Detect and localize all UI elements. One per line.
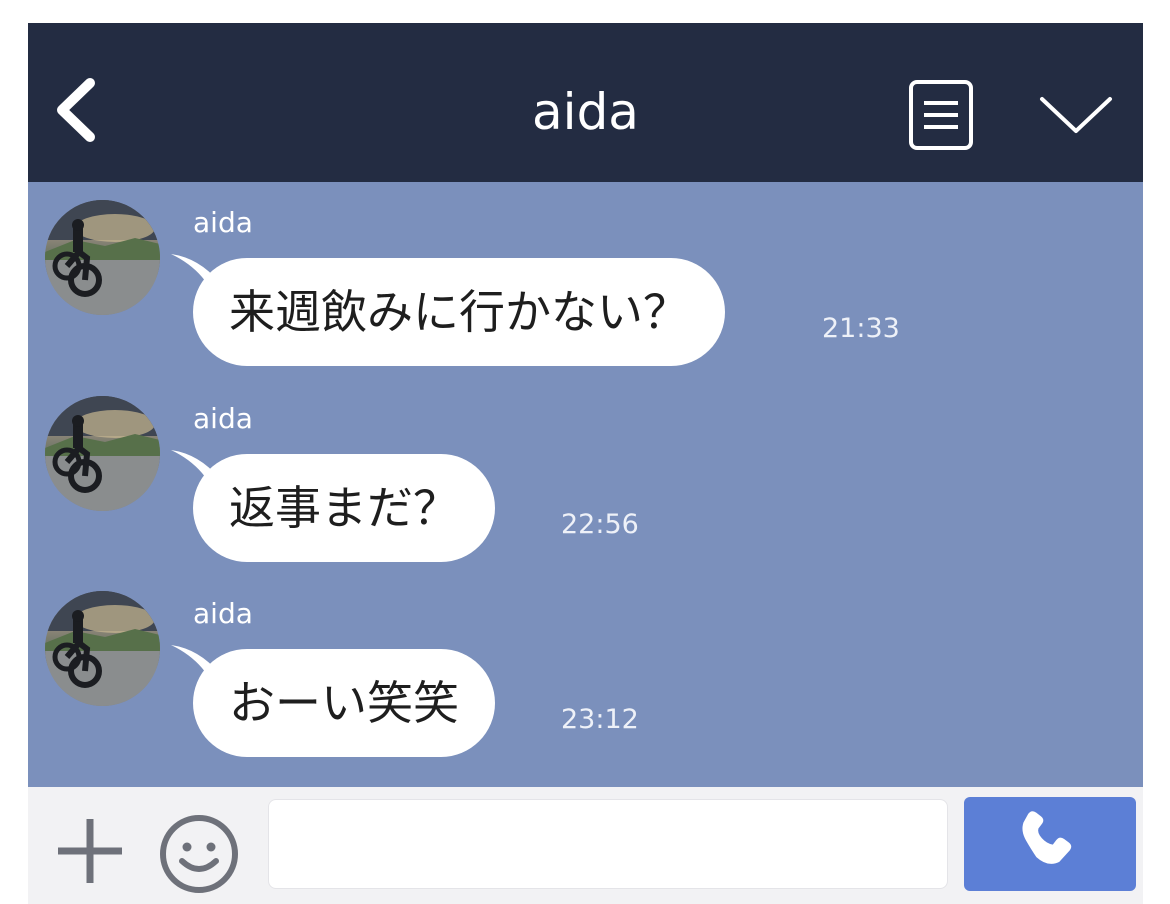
message-row: aida おーい笑笑 23:12	[28, 573, 1143, 757]
message-list[interactable]: aida 来週飲みに行かない？ 21:33 aida 返事まだ？ 22:56 a…	[28, 182, 1143, 787]
message-row: aida 来週飲みに行かない？ 21:33	[28, 182, 1143, 366]
sender-name: aida	[193, 402, 253, 435]
avatar[interactable]	[45, 396, 160, 511]
avatar-photo-icon	[45, 200, 160, 315]
chevron-down-icon	[1040, 97, 1112, 133]
message-input[interactable]	[268, 799, 948, 889]
message-bubble[interactable]: おーい笑笑	[193, 649, 495, 757]
avatar-photo-icon	[45, 591, 160, 706]
chat-screen: aida aida 来週飲みに行かない？ 21:33 aida 返事まだ？ 22…	[28, 23, 1143, 904]
chat-title: aida	[532, 83, 639, 141]
plus-icon	[58, 819, 122, 883]
avatar-photo-icon	[45, 396, 160, 511]
top-bar: aida	[28, 23, 1143, 182]
message-time: 22:56	[561, 509, 639, 540]
add-attachment-button[interactable]	[54, 815, 126, 887]
message-time: 21:33	[822, 313, 900, 344]
collapse-button[interactable]	[1036, 91, 1116, 137]
menu-button[interactable]	[908, 79, 974, 151]
phone-icon	[1022, 811, 1072, 864]
message-time: 23:12	[561, 704, 639, 735]
message-bubble[interactable]: 返事まだ？	[193, 454, 495, 562]
message-row: aida 返事まだ？ 22:56	[28, 378, 1143, 562]
avatar[interactable]	[45, 591, 160, 706]
message-bubble[interactable]: 来週飲みに行かない？	[193, 258, 725, 366]
sender-name: aida	[193, 206, 253, 239]
smiley-icon	[160, 815, 238, 893]
composer-bar	[28, 787, 1143, 904]
emoji-button[interactable]	[158, 813, 240, 895]
avatar[interactable]	[45, 200, 160, 315]
list-icon	[909, 80, 973, 150]
call-button[interactable]	[964, 797, 1136, 891]
sender-name: aida	[193, 597, 253, 630]
